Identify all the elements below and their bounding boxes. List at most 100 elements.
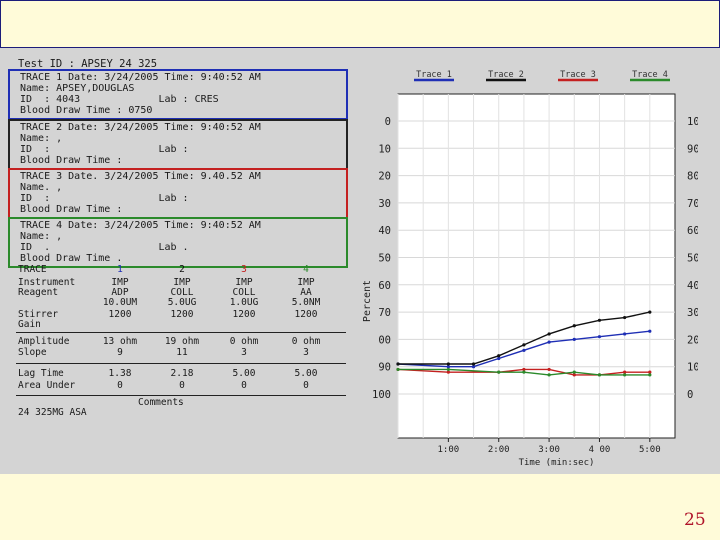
data-point xyxy=(572,337,576,341)
data-point xyxy=(597,373,602,377)
y-right-tick-label: 90 xyxy=(687,143,698,155)
data-point xyxy=(446,367,450,372)
data-point xyxy=(396,367,400,372)
stirrer-cell: 1200 xyxy=(294,309,318,320)
data-point xyxy=(471,365,476,369)
trace-4-line: Name: , xyxy=(20,231,63,242)
row-label-gain: Gain xyxy=(18,319,41,330)
legend-label: Trace 2 xyxy=(488,70,524,80)
data-point xyxy=(648,310,652,314)
y-left-tick-label: 50 xyxy=(378,253,391,265)
slope-cell: 3 xyxy=(241,347,247,358)
trace-1-line: Name: APSEY,DOUGLAS xyxy=(20,83,135,94)
reagent-conc-cell: 5.0UG xyxy=(167,297,197,308)
area-under-cell: 0 xyxy=(241,380,247,391)
slope-cell: 3 xyxy=(303,347,309,358)
reagent-conc-cell: 1.0UG xyxy=(229,297,259,308)
y-right-tick-label: 60 xyxy=(687,225,698,237)
area-under-cell: 0 xyxy=(303,380,309,391)
row-label-lag-time: Lag Time xyxy=(18,368,64,379)
comments-label: Comments xyxy=(138,397,184,408)
legend-label: Trace 1 xyxy=(416,70,452,80)
y-right-tick-label: 70 xyxy=(687,198,698,210)
data-point xyxy=(497,370,501,374)
area-under-cell: 0 xyxy=(179,380,185,391)
trace-3-line: TRACE 3 Date. 3/24/2005 Time: 9.40.52 AM xyxy=(20,171,261,182)
trace-1-info-box: TRACE 1 Date: 3/24/2005 Time: 9:40:52 AM… xyxy=(8,69,348,120)
data-point xyxy=(446,362,450,366)
amplitude-cell: 13 ohm xyxy=(102,336,138,347)
trace-number: 4 xyxy=(303,264,309,275)
lag-time-cell: 2.18 xyxy=(170,368,194,379)
amplitude-cell: 0 ohm xyxy=(229,336,259,347)
trace-3-line: Name. , xyxy=(20,182,63,193)
data-point xyxy=(547,367,551,372)
slope-cell: 9 xyxy=(117,347,123,358)
trace-3-line: Blood Draw Time : xyxy=(20,204,123,215)
trace-4-line: TRACE 4 Date: 3/24/2005 Time: 9:40:52 AM xyxy=(20,220,261,231)
trace-4-info-box: TRACE 4 Date: 3/24/2005 Time: 9:40:52 AM… xyxy=(8,217,348,268)
trace-2-line: TRACE 2 Date: 3/24/2005 Time: 9:40:52 AM xyxy=(20,122,261,133)
y-right-tick-label: 0 xyxy=(687,389,693,401)
title-bar xyxy=(0,0,720,48)
data-point xyxy=(623,373,627,377)
data-point xyxy=(522,343,526,347)
plot-area xyxy=(397,93,676,439)
stirrer-cell: 1200 xyxy=(232,309,256,320)
stirrer-cell: 1200 xyxy=(170,309,194,320)
x-tick-label: 3:00 xyxy=(538,445,560,455)
data-point xyxy=(572,324,576,328)
y-right-tick-label: 40 xyxy=(687,280,698,292)
data-point xyxy=(597,318,602,322)
data-point xyxy=(396,362,400,366)
comment-text: 24 325MG ASA xyxy=(18,407,87,418)
reagent-conc-cell: 10.0UM xyxy=(102,297,138,308)
data-point xyxy=(522,348,526,352)
y-left-tick-label: 70 xyxy=(378,307,391,319)
y-right-tick-label: 20 xyxy=(687,334,698,346)
y-right-tick-label: 100 xyxy=(687,116,698,128)
y-left-tick-label: 20 xyxy=(378,171,391,183)
data-point xyxy=(446,365,450,369)
y-left-tick-label: 100 xyxy=(372,389,391,401)
data-point xyxy=(597,335,602,339)
x-tick-label: 4 00 xyxy=(589,445,611,455)
y-left-tick-label: 10 xyxy=(378,143,391,155)
data-point xyxy=(572,370,576,374)
x-tick-label: 5:00 xyxy=(639,445,661,455)
y-left-tick-label: 30 xyxy=(378,198,391,210)
y-left-tick-label: 00 xyxy=(378,334,391,346)
trace-3-info-box: TRACE 3 Date. 3/24/2005 Time: 9.40.52 AM… xyxy=(8,168,348,219)
y-right-tick-label: 80 xyxy=(687,171,698,183)
lag-time-cell: 5.00 xyxy=(294,368,318,379)
data-point xyxy=(572,373,576,377)
data-point xyxy=(471,362,476,366)
y-right-tick-label: 10 xyxy=(687,362,698,374)
data-point xyxy=(547,373,551,377)
trace-2-line: ID : Lab : xyxy=(20,144,189,155)
y-left-tick-label: 0 xyxy=(385,116,391,128)
area-under-cell: 0 xyxy=(117,380,123,391)
data-point xyxy=(522,367,526,372)
trace-number: 2 xyxy=(179,264,185,275)
row-label-area-under: Area Under xyxy=(18,380,76,391)
y-right-tick-label: 50 xyxy=(687,253,698,265)
data-point xyxy=(522,370,526,374)
page-number: 25 xyxy=(684,510,706,530)
y-right-tick-label: 30 xyxy=(687,307,698,319)
data-point xyxy=(623,332,627,336)
data-point xyxy=(446,370,450,374)
data-point xyxy=(648,329,652,333)
separator xyxy=(16,332,346,333)
data-point xyxy=(547,332,551,336)
trace-1-line: ID : 4043 Lab : CRES xyxy=(20,94,219,105)
legend-label: Trace 3 xyxy=(560,70,596,80)
trace-1-line: Blood Draw Time : 0750 xyxy=(20,105,153,116)
y-axis-label: Percent xyxy=(362,280,373,322)
amplitude-cell: 19 ohm xyxy=(164,336,200,347)
trace-3-line: ID : Lab : xyxy=(20,193,189,204)
slope-cell: 11 xyxy=(176,347,188,358)
trace-number: 1 xyxy=(117,264,123,275)
reagent-conc-cell: 5.0NM xyxy=(291,297,321,308)
aggregation-chart: Trace 1Trace 2Trace 3Trace 4010010902080… xyxy=(362,70,698,468)
